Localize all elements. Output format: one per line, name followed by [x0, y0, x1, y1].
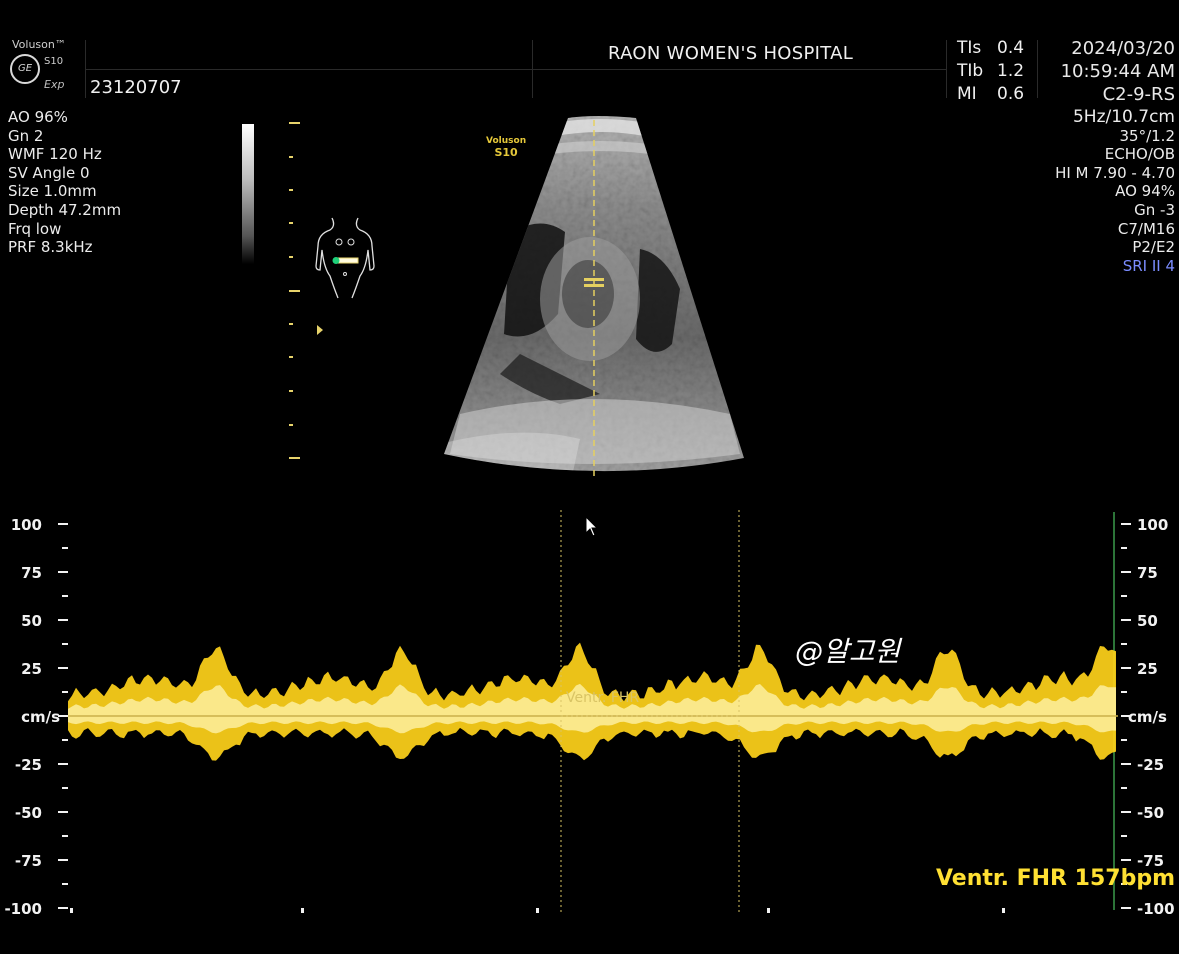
scale-label-neg100: -100 [1137, 900, 1175, 918]
body-mark-icon [312, 216, 378, 300]
image-badge: Voluson S10 [486, 136, 526, 159]
depth-tick [289, 256, 293, 258]
header-divider [86, 69, 946, 70]
watermark: @알고원 [795, 630, 900, 670]
scale-label-25: 25 [21, 660, 42, 678]
scale-label-75: 75 [1137, 564, 1158, 582]
index-value: 0.6 [997, 84, 1024, 104]
param-line: 35°/1.2 [1055, 127, 1175, 146]
ge-logo-icon: GE [10, 54, 40, 84]
param-line: PRF 8.3kHz [8, 238, 121, 257]
scale-label-unit: cm/s [1128, 708, 1167, 726]
param-line: Depth 47.2mm [8, 201, 121, 220]
time-mark [70, 908, 73, 913]
index-name: TIb [957, 61, 997, 81]
scale-label-neg50: -50 [15, 804, 42, 822]
imaging-parameters: 5Hz/10.7cm 35°/1.2 ECHO/OB HI M 7.90 - 4… [1055, 108, 1175, 275]
scale-label-100: 100 [1137, 516, 1168, 534]
param-line: AO 96% [8, 108, 121, 127]
param-line: SV Angle 0 [8, 164, 121, 183]
depth-tick [289, 290, 300, 292]
param-line: AO 94% [1055, 182, 1175, 201]
depth-tick [289, 424, 293, 426]
badge-model: S10 [486, 146, 526, 159]
time-mark [1002, 908, 1005, 913]
scale-label-neg25: -25 [15, 756, 42, 774]
fhr-cursor-label: Ventr. FHR [566, 690, 639, 706]
depth-tick [289, 156, 293, 158]
depth-tick [289, 122, 300, 124]
scale-label-25: 25 [1137, 660, 1158, 678]
param-line: P2/E2 [1055, 238, 1175, 257]
index-name: TIs [957, 38, 997, 58]
scale-label-50: 50 [1137, 612, 1158, 630]
scale-label-neg50: -50 [1137, 804, 1164, 822]
depth-tick [289, 356, 293, 358]
param-line: HI M 7.90 - 4.70 [1055, 164, 1175, 183]
param-line: Frq low [8, 220, 121, 239]
fhr-readout: Ventr. FHR 157bpm [936, 866, 1175, 891]
param-line: Gn -3 [1055, 201, 1175, 220]
exam-date: 2024/03/20 [1071, 38, 1175, 59]
exp-label: Exp [44, 78, 64, 91]
header-separator [946, 40, 947, 98]
scale-label-neg75: -75 [15, 852, 42, 870]
header-separator [1037, 40, 1038, 98]
header-separator [532, 40, 533, 98]
index-value: 1.2 [997, 61, 1024, 81]
param-line: Size 1.0mm [8, 182, 121, 201]
param-line: C7/M16 [1055, 220, 1175, 239]
hospital-name: RAON WOMEN'S HOSPITAL [608, 43, 853, 64]
index-tib: TIb 1.2 [957, 61, 1024, 81]
param-line: WMF 120 Hz [8, 145, 121, 164]
probe-name: C2-9-RS [1103, 84, 1175, 105]
depth-tick [289, 189, 293, 191]
index-value: 0.4 [997, 38, 1024, 58]
time-mark [301, 908, 304, 913]
scale-label-neg25: -25 [1137, 756, 1164, 774]
time-mark [536, 908, 539, 913]
param-line: ECHO/OB [1055, 145, 1175, 164]
index-name: MI [957, 84, 997, 104]
grayscale-bar [242, 124, 254, 264]
doppler-parameters: AO 96% Gn 2 WMF 120 Hz SV Angle 0 Size 1… [8, 108, 121, 257]
depth-tick [289, 457, 300, 459]
scale-label-50: 50 [21, 612, 42, 630]
param-line: Gn 2 [8, 127, 121, 146]
index-mi: MI 0.6 [957, 84, 1024, 104]
exam-time: 10:59:44 AM [1061, 61, 1175, 82]
focus-marker-icon [317, 325, 323, 335]
param-line: 5Hz/10.7cm [1055, 108, 1175, 127]
model-label: S10 [44, 56, 63, 67]
header-separator [85, 40, 86, 98]
patient-id: 23120707 [90, 77, 182, 98]
depth-tick [289, 323, 293, 325]
depth-tick [289, 390, 293, 392]
bmode-sector [440, 114, 750, 486]
scale-label-100: 100 [11, 516, 42, 534]
scale-label-neg100: -100 [4, 900, 42, 918]
sri-label: SRI II 4 [1055, 257, 1175, 276]
badge-brand: Voluson [486, 136, 526, 146]
brand-label: Voluson™ [12, 38, 66, 51]
index-tis: TIs 0.4 [957, 38, 1024, 58]
depth-tick [289, 222, 293, 224]
scale-label-75: 75 [21, 564, 42, 582]
time-mark [767, 908, 770, 913]
scale-label-unit: cm/s [21, 708, 60, 726]
